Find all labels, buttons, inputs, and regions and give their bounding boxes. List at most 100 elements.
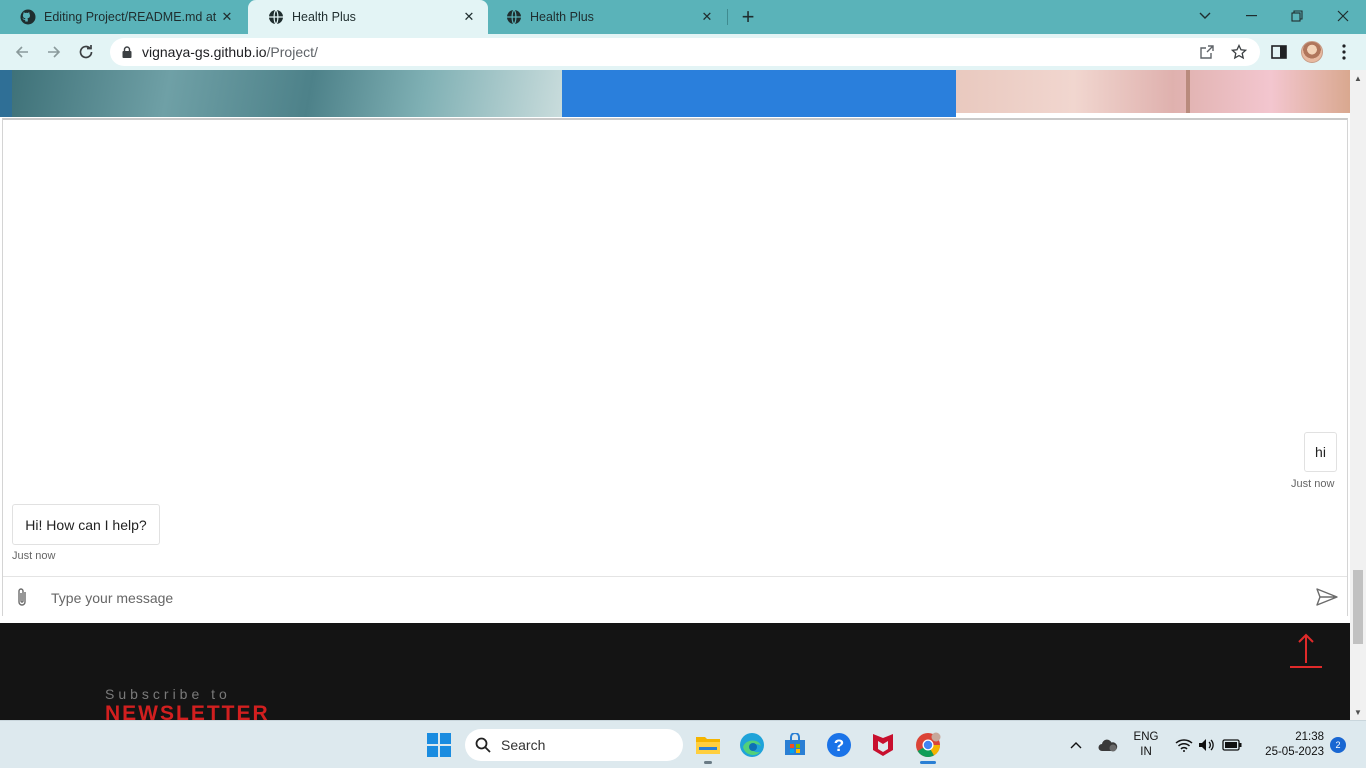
message-input[interactable] <box>51 585 1291 611</box>
restore-button[interactable] <box>1274 0 1320 32</box>
tab-close-icon[interactable]: ✕ <box>460 8 478 26</box>
file-explorer-icon <box>696 737 720 754</box>
restore-icon <box>1291 10 1303 22</box>
scroll-up-arrow-icon[interactable]: ▲ <box>1350 70 1366 86</box>
minimize-button[interactable] <box>1228 0 1274 32</box>
show-hidden-icons-button[interactable] <box>1058 727 1094 763</box>
clock-date: 25-05-2023 <box>1265 746 1324 758</box>
chrome-icon <box>916 732 941 758</box>
send-icon[interactable] <box>1315 587 1339 607</box>
arrow-up-icon[interactable] <box>1288 631 1324 669</box>
mcafee-button[interactable] <box>865 727 901 763</box>
url-text: vignaya-gs.github.io/Project/ <box>142 44 318 60</box>
message-composer <box>3 576 1347 616</box>
globe-icon <box>269 9 283 25</box>
user-message-bubble: hi <box>1304 432 1337 472</box>
tab-title: Health Plus <box>292 10 356 24</box>
get-help-button[interactable]: ? <box>821 727 857 763</box>
side-panel-icon <box>1271 45 1287 59</box>
store-button[interactable] <box>777 727 813 763</box>
microsoft-store-icon <box>785 733 805 755</box>
more-vertical-icon <box>1342 44 1346 60</box>
lock-icon <box>122 46 132 58</box>
language-code: ENG <box>1133 731 1159 743</box>
url-path: /Project/ <box>266 44 318 60</box>
reload-button[interactable] <box>73 39 99 65</box>
tab-search-button[interactable] <box>1182 0 1228 32</box>
battery-icon <box>1222 739 1242 751</box>
chrome-button[interactable] <box>910 727 946 763</box>
tab-health-plus[interactable]: Health Plus ✕ <box>486 0 726 34</box>
chevron-down-icon <box>1199 12 1211 19</box>
tab-close-icon[interactable]: ✕ <box>218 8 236 26</box>
message-timestamp: Just now <box>1291 478 1335 490</box>
region-code: IN <box>1140 746 1152 758</box>
new-tab-button[interactable]: + <box>737 4 759 29</box>
battery-button[interactable] <box>1214 727 1250 763</box>
subscribe-prefix: Subscribe to <box>105 686 231 702</box>
scroll-down-arrow-icon[interactable]: ▼ <box>1350 704 1366 720</box>
scrollbar-thumb[interactable] <box>1353 570 1363 644</box>
tab-title: Health Plus <box>530 10 594 24</box>
notification-badge[interactable]: 2 <box>1330 737 1346 753</box>
globe-icon <box>507 9 521 25</box>
newsletter-title: NEWSLETTER <box>105 702 270 720</box>
page-footer: Subscribe to NEWSLETTER <box>0 623 1350 720</box>
blue-banner <box>562 70 956 117</box>
cloud-icon <box>1098 739 1118 752</box>
reload-icon <box>79 45 93 59</box>
care-photo <box>956 70 1350 113</box>
search-icon <box>475 737 491 753</box>
avatar <box>1301 41 1323 63</box>
arrow-left-icon <box>15 46 28 58</box>
tab-strip: Editing Project/README.md at m ✕ Health … <box>0 0 1366 34</box>
search-label: Search <box>501 737 546 753</box>
language-indicator[interactable]: ENG IN <box>1128 730 1164 760</box>
active-app-indicator <box>920 761 936 764</box>
mcafee-icon <box>873 734 893 756</box>
paperclip-icon[interactable] <box>13 587 33 609</box>
help-icon: ? <box>827 733 851 757</box>
message-text: Hi! How can I help? <box>25 516 147 533</box>
edge-button[interactable] <box>734 727 770 763</box>
onedrive-button[interactable] <box>1090 727 1126 763</box>
surgery-photo <box>0 70 562 117</box>
edge-icon <box>740 733 764 757</box>
back-button[interactable] <box>9 39 35 65</box>
tab-title: Editing Project/README.md at m <box>44 10 218 24</box>
clock[interactable]: 21:38 25-05-2023 <box>1252 730 1324 760</box>
windows-taskbar: Search ? ENG IN 21:38 25-05-2023 2 <box>0 720 1366 768</box>
side-panel-button[interactable] <box>1267 40 1291 64</box>
browser-toolbar: vignaya-gs.github.io/Project/ <box>0 34 1366 70</box>
browser-menu-button[interactable] <box>1332 40 1356 64</box>
running-indicator <box>704 761 712 764</box>
bookmark-star-icon[interactable] <box>1230 43 1248 61</box>
bot-message-bubble: Hi! How can I help? <box>12 504 160 545</box>
message-text: hi <box>1315 444 1326 460</box>
profile-button[interactable] <box>1300 40 1324 64</box>
tab-separator <box>727 9 728 25</box>
tab-health-plus-active[interactable]: Health Plus ✕ <box>248 0 488 34</box>
forward-button[interactable] <box>41 39 67 65</box>
minimize-icon <box>1245 15 1257 17</box>
close-icon <box>1337 10 1349 22</box>
windows-start-icon <box>427 733 451 757</box>
file-explorer-button[interactable] <box>690 727 726 763</box>
taskbar-search[interactable]: Search <box>465 729 683 761</box>
svg-text:?: ? <box>834 736 844 755</box>
github-icon <box>20 9 36 25</box>
start-button[interactable] <box>421 727 457 763</box>
page-scrollbar[interactable]: ▲ ▼ <box>1350 70 1366 720</box>
share-icon[interactable] <box>1198 43 1216 61</box>
tab-github-readme[interactable]: Editing Project/README.md at m ✕ <box>0 0 246 34</box>
message-timestamp: Just now <box>12 550 56 562</box>
tab-close-icon[interactable]: ✕ <box>698 8 716 26</box>
chevron-up-icon <box>1070 742 1082 749</box>
clock-time: 21:38 <box>1295 731 1324 743</box>
chat-widget: hi Just now Hi! How can I help? Just now <box>2 118 1348 616</box>
arrow-right-icon <box>48 46 61 58</box>
url-host: vignaya-gs.github.io <box>142 44 267 60</box>
close-window-button[interactable] <box>1320 0 1366 32</box>
address-bar[interactable]: vignaya-gs.github.io/Project/ <box>110 38 1260 66</box>
page-viewport: hi Just now Hi! How can I help? Just now… <box>0 70 1350 720</box>
